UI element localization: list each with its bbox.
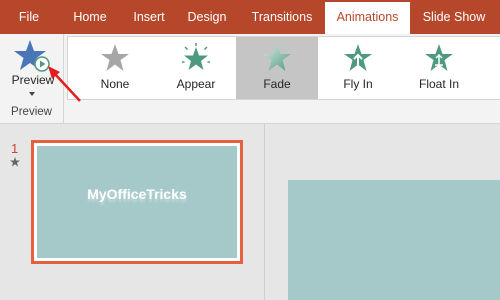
tab-file[interactable]: File (0, 0, 58, 34)
slide-editing-canvas (265, 124, 500, 300)
effect-none[interactable]: None (74, 37, 156, 99)
tab-home[interactable]: Home (62, 0, 118, 34)
effect-label: Fade (263, 77, 291, 91)
slide-thumbnail[interactable]: MyOfficeTricks (31, 140, 243, 264)
animation-star-icon (10, 157, 20, 167)
slide-thumbnail-content: MyOfficeTricks (37, 146, 237, 258)
effect-label: Appear (176, 77, 216, 91)
effect-float-in[interactable]: Float In (398, 37, 480, 99)
animation-effects-gallery: None Appear Fade Fly In Float In (67, 36, 500, 100)
tab-insert[interactable]: Insert (122, 0, 176, 34)
slide-title-text: MyOfficeTricks (87, 186, 187, 202)
effect-fade[interactable]: Fade (236, 37, 318, 99)
tab-slide-show[interactable]: Slide Show (414, 0, 494, 34)
effect-fly-in[interactable]: Fly In (317, 37, 399, 99)
effect-label: None (100, 77, 130, 91)
effect-label: Fly In (343, 77, 373, 91)
slide-thumbnails-pane: 1 MyOfficeTricks (0, 124, 265, 300)
effect-appear[interactable]: Appear (155, 37, 237, 99)
chevron-down-icon[interactable] (29, 92, 35, 96)
star-float-in-icon (425, 44, 453, 71)
star-fade-icon (263, 44, 291, 71)
annotation-arrow (48, 66, 81, 102)
star-gray-icon (101, 44, 129, 71)
tab-transitions[interactable]: Transitions (242, 0, 322, 34)
preview-group-label: Preview (11, 106, 52, 118)
star-fly-in-icon (344, 44, 372, 71)
tab-design[interactable]: Design (180, 0, 234, 34)
effect-label: Float In (418, 77, 460, 91)
slide-number: 1 (11, 141, 19, 156)
tab-animations[interactable]: Animations (325, 2, 410, 34)
ribbon-tab-bar: File Home Insert Design Transitions Anim… (0, 0, 500, 34)
star-burst-icon (182, 43, 210, 70)
main-slide[interactable] (288, 180, 500, 300)
